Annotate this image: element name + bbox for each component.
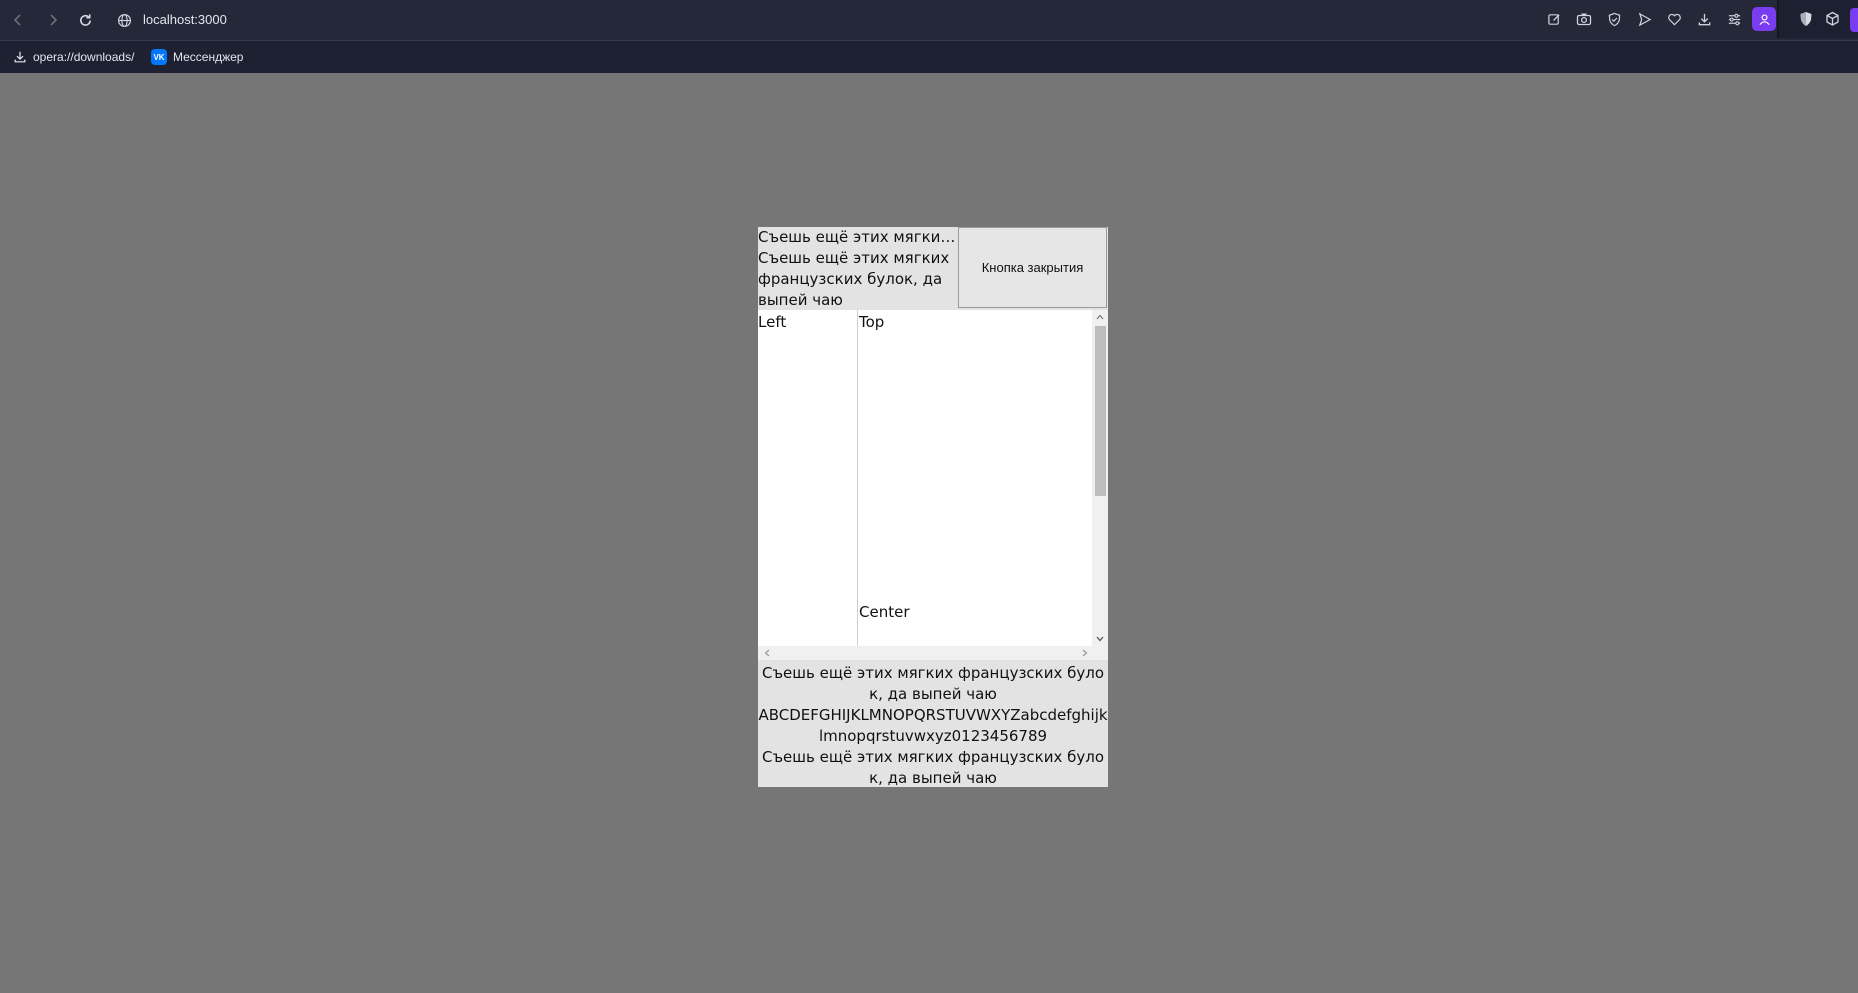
download-icon (14, 51, 26, 63)
edit-icon[interactable] (1542, 7, 1566, 31)
profile-icon[interactable] (1752, 7, 1776, 31)
scroll-right-icon[interactable] (1078, 646, 1092, 660)
heart-icon[interactable] (1662, 7, 1686, 31)
reload-button[interactable] (73, 8, 97, 32)
download-icon[interactable] (1692, 7, 1716, 31)
chevron-right-icon (50, 14, 58, 26)
window-header: Съешь ещё этих мягких ... Съешь ещё этих… (758, 227, 1108, 309)
back-button[interactable] (6, 8, 30, 32)
left-label: Left (758, 313, 787, 331)
camera-icon[interactable] (1572, 7, 1596, 31)
globe-icon (113, 9, 135, 31)
window-footer: Съешь ещё этих мягких французских булок,… (758, 660, 1108, 787)
forward-button[interactable] (41, 8, 65, 32)
bookmark-label: opera://downloads/ (33, 50, 135, 64)
send-icon[interactable] (1632, 7, 1656, 31)
window-title-rest: Съешь ещё этих мягких французских булок,… (758, 249, 950, 309)
footer-line: Съешь ещё этих мягких французских булок,… (761, 748, 1105, 787)
window-title-line1: Съешь ещё этих мягких ... (758, 228, 956, 246)
shield-icon[interactable] (1602, 7, 1626, 31)
accent-tab-icon[interactable] (1850, 8, 1858, 32)
bookmark-label: Мессенджер (173, 50, 244, 64)
footer-line: Съешь ещё этих мягких французских булок,… (761, 664, 1105, 703)
vertical-scrollbar[interactable] (1092, 310, 1108, 646)
sidebar-panel-strip (1777, 0, 1858, 38)
close-button[interactable]: Кнопка закрытия (958, 227, 1107, 308)
scroll-up-icon[interactable] (1092, 310, 1108, 324)
bookmark-messenger[interactable]: VK Мессенджер (151, 47, 243, 67)
address-bar[interactable]: localhost:3000 (143, 10, 227, 30)
center-label: Center (859, 603, 910, 621)
horizontal-scrollbar[interactable] (758, 646, 1108, 660)
menu-icon[interactable] (1722, 7, 1746, 31)
scroll-left-icon[interactable] (760, 646, 774, 660)
browser-toolbar: localhost:3000 (0, 0, 1858, 40)
toolbar-icons (1542, 7, 1776, 31)
window-body: Left Top Center (758, 310, 1108, 646)
scroll-down-icon[interactable] (1092, 632, 1108, 646)
footer-line: ABCDEFGHIJKLMNOPQRSTUVWXYZabcdefghijklmn… (758, 706, 1108, 745)
vk-icon: VK (151, 49, 167, 65)
vertical-scroll-thumb[interactable] (1095, 326, 1106, 496)
bookmarks-bar: opera://downloads/ VK Мессенджер (0, 40, 1858, 73)
bookmark-downloads[interactable]: opera://downloads/ (13, 47, 134, 67)
window-widget: Съешь ещё этих мягких ... Съешь ещё этих… (758, 227, 1108, 787)
window-title: Съешь ещё этих мягких ... Съешь ещё этих… (758, 227, 956, 309)
left-panel: Left (758, 310, 858, 646)
top-label: Top (859, 313, 885, 331)
cube-icon[interactable] (1825, 11, 1840, 31)
content-panel: Top Center (859, 310, 1092, 646)
adblock-shield-icon[interactable] (1799, 11, 1813, 31)
reload-icon (79, 13, 91, 26)
chevron-left-icon (13, 14, 21, 26)
